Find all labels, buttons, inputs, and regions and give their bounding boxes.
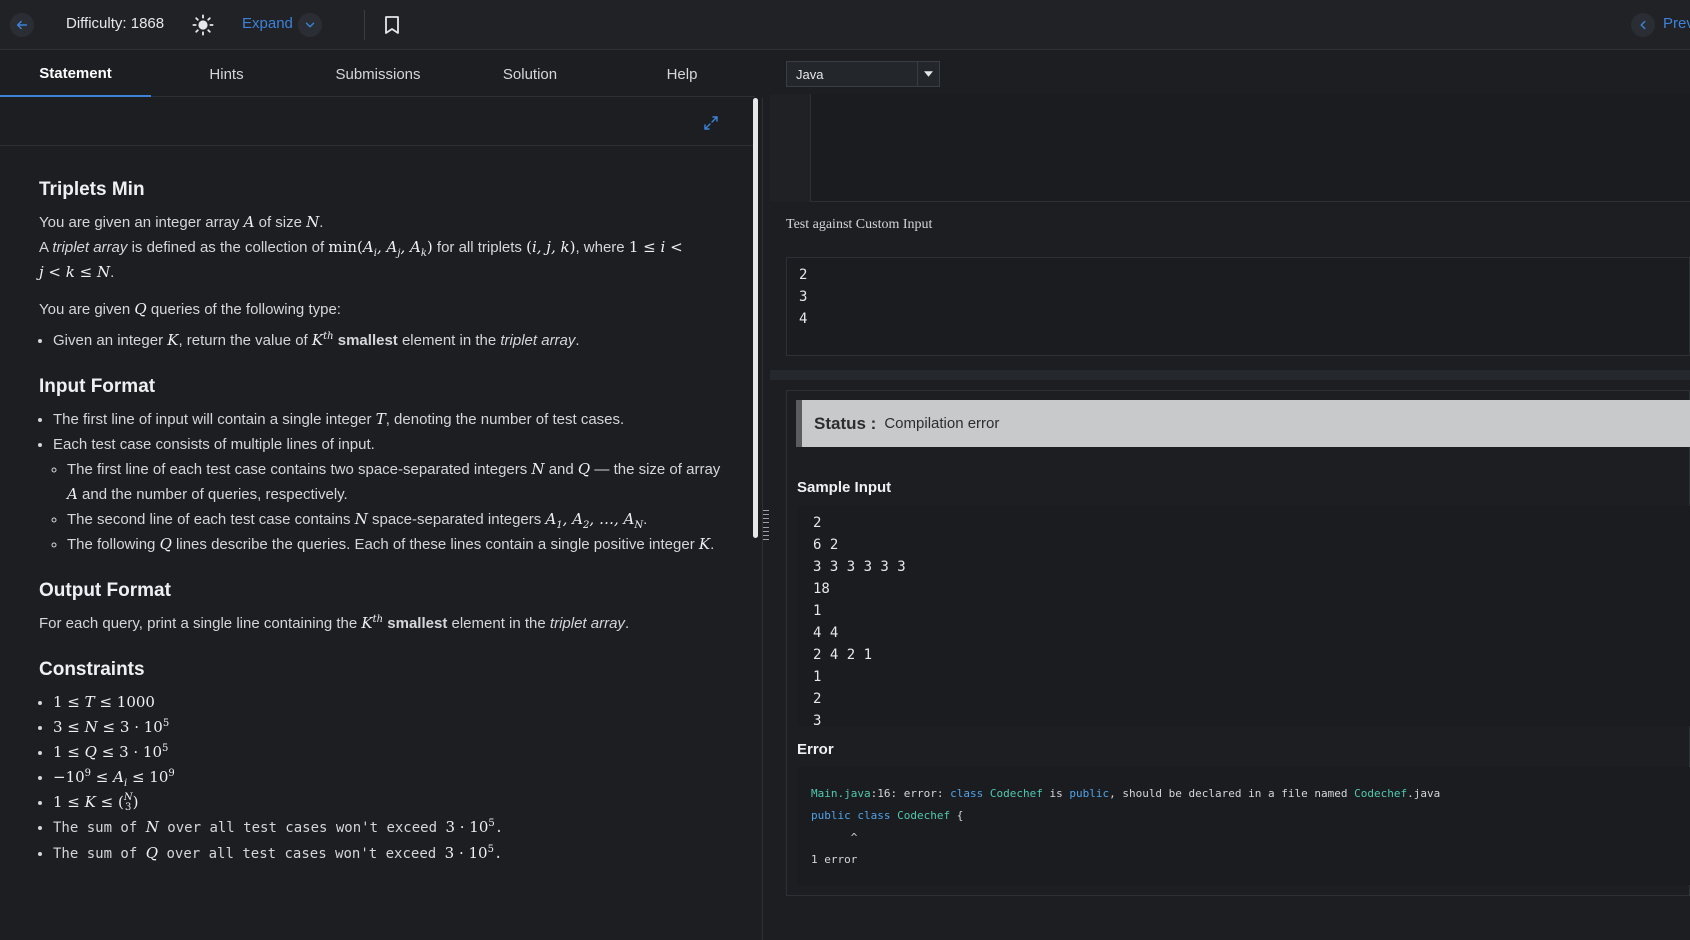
status-label: Status : — [814, 413, 877, 433]
list-item: 3 ≤ N ≤ 3 · 105 — [53, 715, 739, 740]
output-format-title: Output Format — [39, 580, 171, 601]
list-item: 1 ≤ K ≤ (N3) — [53, 790, 739, 815]
sample-input-label: Sample Input — [797, 479, 892, 496]
input-format-title: Input Format — [39, 376, 156, 397]
status-value: Compilation error — [884, 415, 1000, 432]
list-item: The first line of input will contain a s… — [53, 407, 739, 432]
problem-tabs: Statement Hints Submissions Solution Hel… — [0, 51, 755, 97]
list-item: 1 ≤ Q ≤ 3 · 105 — [53, 740, 739, 765]
input-format-list: The first line of input will contain a s… — [53, 407, 739, 557]
fullscreen-button[interactable] — [700, 112, 722, 134]
section-divider — [770, 370, 1690, 380]
sun-icon — [192, 14, 214, 36]
list-item: The first line of each test case contain… — [67, 457, 739, 507]
input-format-sublist: The first line of each test case contain… — [67, 457, 739, 557]
tab-solution[interactable]: Solution — [454, 51, 606, 97]
statement-paragraph-2: A triplet array is defined as the collec… — [39, 238, 683, 281]
arrow-left-icon — [16, 20, 28, 30]
problem-title: Triplets Min — [39, 179, 145, 200]
language-selected-value: Java — [796, 66, 824, 82]
constraints-title: Constraints — [39, 659, 145, 680]
list-item: The following Q lines describe the queri… — [67, 532, 739, 557]
query-type-list: Given an integer K, return the value of … — [53, 328, 739, 353]
splitter-grip-icon[interactable] — [762, 510, 770, 540]
statement-paragraph-3: You are given Q queries of the following… — [39, 300, 341, 318]
chevron-down-icon — [305, 22, 315, 28]
bookmark-icon — [385, 16, 399, 34]
list-item: Each test case consists of multiple line… — [53, 432, 739, 557]
list-item: 1 ≤ T ≤ 1000 — [53, 690, 739, 715]
output-format-paragraph: For each query, print a single line cont… — [39, 614, 630, 632]
statement-panel: Triplets Min You are given an integer ar… — [0, 98, 755, 940]
language-select[interactable]: Java — [786, 61, 940, 87]
chevron-left-icon — [1640, 20, 1646, 30]
sample-input-box: 2 6 2 3 3 3 3 3 3 18 1 4 4 2 4 2 1 1 2 3 — [797, 506, 1690, 726]
back-button[interactable] — [10, 13, 34, 37]
expand-button[interactable]: Expand — [242, 15, 293, 32]
list-item: −109 ≤ Ai ≤ 109 — [53, 765, 739, 790]
error-output: Main.java:16: error: class Codechef is p… — [797, 767, 1690, 885]
bookmark-button[interactable] — [380, 12, 404, 38]
status-bar: Status : Compilation error — [796, 400, 1690, 447]
problem-statement: Triplets Min You are given an integer ar… — [39, 176, 739, 867]
custom-input-field[interactable]: 2 3 4 — [786, 257, 1690, 356]
theme-toggle-button[interactable] — [190, 12, 216, 38]
statement-scrollbar[interactable] — [753, 98, 758, 538]
statement-toolbar — [0, 98, 755, 146]
expand-arrows-icon — [704, 116, 718, 130]
list-item: The second line of each test case contai… — [67, 507, 739, 532]
difficulty-label: Difficulty: 1868 — [66, 15, 165, 32]
tab-help[interactable]: Help — [606, 51, 758, 97]
expand-dropdown-button[interactable] — [298, 13, 322, 37]
statement-paragraph-1: You are given an integer array A of size… — [39, 213, 324, 231]
tab-statement[interactable]: Statement — [0, 51, 151, 97]
code-editor[interactable] — [810, 94, 1690, 202]
constraints-list: 1 ≤ T ≤ 1000 3 ≤ N ≤ 3 · 105 1 ≤ Q ≤ 3 ·… — [53, 690, 739, 867]
list-item: Given an integer K, return the value of … — [53, 328, 739, 353]
prev-problem-link[interactable]: Prev — [1663, 15, 1690, 32]
list-item: The sum of Q over all test cases won't e… — [53, 841, 739, 867]
tab-submissions[interactable]: Submissions — [302, 51, 454, 97]
top-bar: Difficulty: 1868 Expand Prev — [0, 0, 1690, 50]
prev-problem-button[interactable] — [1631, 13, 1655, 37]
toolbar-divider — [364, 10, 365, 40]
tab-hints[interactable]: Hints — [151, 51, 302, 97]
caret-down-icon — [917, 62, 939, 86]
custom-input-label: Test against Custom Input — [786, 217, 933, 232]
editor-gutter — [770, 94, 810, 202]
error-label: Error — [797, 741, 834, 758]
list-item: The sum of N over all test cases won't e… — [53, 815, 739, 841]
